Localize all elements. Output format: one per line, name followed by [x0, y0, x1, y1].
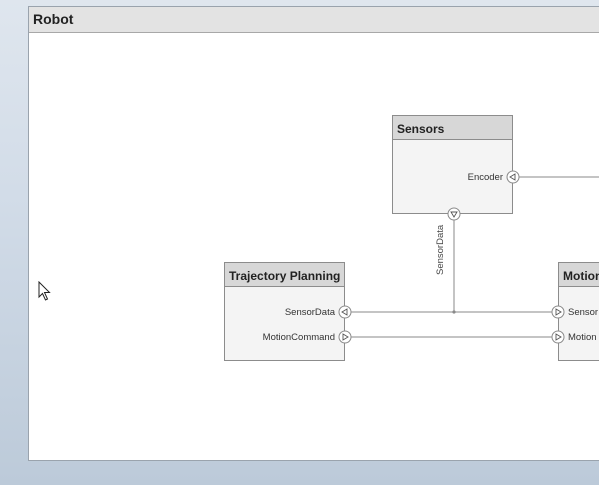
trajectory-sensordata-port-icon[interactable]	[338, 305, 352, 319]
sensordata-connection-label: SensorData	[435, 224, 446, 275]
encoder-port-icon[interactable]	[506, 170, 520, 184]
motion-motion-port-icon[interactable]	[551, 330, 565, 344]
mouse-cursor-icon	[38, 281, 51, 301]
sensors-bottom-port-icon[interactable]	[447, 207, 461, 221]
trajectory-motioncommand-port-icon[interactable]	[338, 330, 352, 344]
port-glyphs: SensorData	[338, 170, 565, 344]
motion-sensor-port-icon[interactable]	[551, 305, 565, 319]
